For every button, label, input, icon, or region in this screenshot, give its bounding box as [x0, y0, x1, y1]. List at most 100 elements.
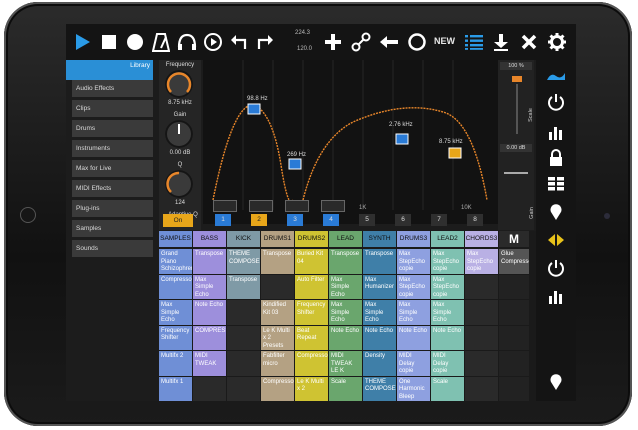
band-1-button[interactable]: 1	[215, 214, 231, 226]
wave-icon[interactable]	[544, 64, 568, 88]
track-header[interactable]: CHORDS3	[465, 231, 498, 247]
browser-item-drums[interactable]: Drums	[72, 120, 153, 137]
clip-slot[interactable]	[465, 351, 498, 376]
clip-slot[interactable]: Transpose	[261, 249, 294, 274]
lock-icon[interactable]	[544, 146, 568, 170]
filter-type-2-button[interactable]	[249, 200, 273, 212]
clip-slot[interactable]: Glue Compressor	[499, 249, 529, 274]
clip-slot[interactable]: Fabfilter micro	[261, 351, 294, 376]
track-header[interactable]: DRUMS3	[397, 231, 430, 247]
clip-slot[interactable]: Max Simple Echo	[193, 274, 226, 299]
clip-slot[interactable]: Max Simple Echo	[159, 300, 192, 325]
track-header[interactable]: SYNTH	[363, 231, 396, 247]
clip-slot[interactable]: Transpose	[363, 249, 396, 274]
play-icon[interactable]	[70, 29, 96, 55]
clip-slot[interactable]: Max Simple Echo	[431, 300, 464, 325]
undo-icon[interactable]	[226, 29, 252, 55]
clip-slot[interactable]: Note Echo	[431, 325, 464, 350]
filter-type-3-button[interactable]	[285, 200, 309, 212]
clip-slot[interactable]: Density	[363, 351, 396, 376]
record-icon[interactable]	[122, 29, 148, 55]
clip-slot[interactable]: Max StepEcho copie	[431, 249, 464, 274]
clip-slot[interactable]: Multifx 2	[159, 351, 192, 376]
eq-band-1-handle[interactable]	[247, 103, 261, 115]
clip-slot[interactable]: Le K Multi x 2 Presets	[261, 325, 294, 350]
band-2-button[interactable]: 2	[251, 214, 267, 226]
clip-slot[interactable]: Multifx 1	[159, 376, 192, 401]
clip-slot[interactable]: Auto Filter	[295, 274, 328, 299]
clip-slot[interactable]	[261, 274, 294, 299]
location-pin-icon[interactable]	[544, 200, 568, 224]
browser-item-samples[interactable]: Samples	[72, 220, 153, 237]
clip-slot[interactable]: COMPRESSOR	[193, 325, 226, 350]
clip-slot[interactable]: Compressor	[295, 351, 328, 376]
browser-item-sounds[interactable]: Sounds	[72, 240, 153, 257]
browser-item-plug-ins[interactable]: Plug-ins	[72, 200, 153, 217]
band-7-button[interactable]: 7	[431, 214, 447, 226]
clip-slot[interactable]: One Harmonic Bleep	[397, 376, 430, 401]
filter-type-4-button[interactable]	[321, 200, 345, 212]
clip-slot[interactable]	[227, 325, 260, 350]
clip-slot[interactable]: Grand Piano Schizophrenic	[159, 249, 192, 274]
track-header[interactable]: LEAD2	[431, 231, 464, 247]
eq-band-2-handle[interactable]	[288, 158, 302, 170]
close-icon[interactable]	[516, 29, 542, 55]
band-6-button[interactable]: 6	[395, 214, 411, 226]
download-icon[interactable]	[488, 29, 514, 55]
clip-slot[interactable]	[499, 274, 529, 299]
clip-slot[interactable]: Transpose	[193, 249, 226, 274]
track-header[interactable]: DRUMS2	[295, 231, 328, 247]
metronome-icon[interactable]	[148, 29, 174, 55]
clip-slot[interactable]: Max Simple Echo	[363, 300, 396, 325]
bars-icon-2[interactable]	[544, 284, 568, 308]
gain-slider-thumb[interactable]	[504, 172, 528, 174]
scale-percent[interactable]: 100 %	[500, 62, 532, 70]
track-header[interactable]: LEAD	[329, 231, 362, 247]
clip-slot[interactable]: THEME COMPOSER	[363, 376, 396, 401]
track-header[interactable]: KICK	[227, 231, 260, 247]
clip-slot[interactable]: Compressor	[159, 274, 192, 299]
clip-slot[interactable]	[499, 351, 529, 376]
browser-item-midi-effects[interactable]: MIDI Effects	[72, 180, 153, 197]
filter-type-1-button[interactable]	[213, 200, 237, 212]
clip-slot[interactable]	[227, 300, 260, 325]
play-circle-icon[interactable]	[200, 29, 226, 55]
browser-item-max-for-live[interactable]: Max for Live	[72, 160, 153, 177]
band-3-button[interactable]: 3	[287, 214, 303, 226]
scale-slider-thumb[interactable]	[512, 76, 522, 82]
clip-slot[interactable]	[465, 376, 498, 401]
bars-icon[interactable]	[544, 120, 568, 144]
clip-slot[interactable]: Buried Kit 04	[295, 249, 328, 274]
clip-slot[interactable]: MIDI TWEAK	[193, 351, 226, 376]
clip-slot[interactable]: Beat Repeat	[295, 325, 328, 350]
stop-icon[interactable]	[96, 29, 122, 55]
clip-slot[interactable]: Max Simple Echo	[329, 300, 362, 325]
clip-slot[interactable]: Frequency Shifter	[295, 300, 328, 325]
clip-slot[interactable]: Max StepEcho copie	[397, 249, 430, 274]
home-button[interactable]	[20, 207, 36, 223]
clip-slot[interactable]: Frequency Shifter	[159, 325, 192, 350]
clip-slot[interactable]: Note Echo	[397, 325, 430, 350]
gain-knob[interactable]	[165, 120, 193, 148]
browser-item-clips[interactable]: Clips	[72, 100, 153, 117]
clip-slot[interactable]	[227, 376, 260, 401]
power-icon-2[interactable]	[544, 256, 568, 280]
clip-slot[interactable]: Note Echo	[329, 325, 362, 350]
clip-slot[interactable]: Max Simple Echo	[329, 274, 362, 299]
clip-slot[interactable]	[465, 300, 498, 325]
clip-slot[interactable]: Note Echo	[193, 300, 226, 325]
arrow-left-icon[interactable]	[376, 29, 402, 55]
clip-slot[interactable]: Scale	[329, 376, 362, 401]
add-icon[interactable]	[320, 29, 346, 55]
track-header[interactable]: BASS	[193, 231, 226, 247]
clip-slot[interactable]	[227, 351, 260, 376]
frequency-knob[interactable]	[165, 70, 193, 98]
clip-slot[interactable]: MIDI Delay copie	[431, 351, 464, 376]
clip-slot[interactable]	[499, 300, 529, 325]
browser-item-audio-effects[interactable]: Audio Effects	[72, 80, 153, 97]
on-toggle[interactable]: On	[163, 214, 193, 227]
clip-slot[interactable]	[499, 376, 529, 401]
clip-slot[interactable]: Scale	[431, 376, 464, 401]
clip-slot[interactable]: Transpose	[329, 249, 362, 274]
clip-slot[interactable]: Note Echo	[363, 325, 396, 350]
